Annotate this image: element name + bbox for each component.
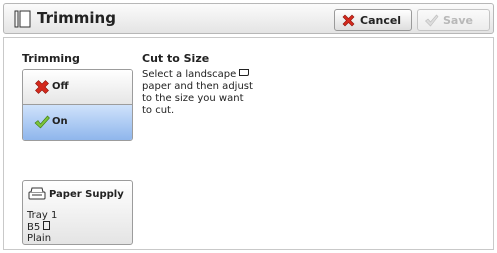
trimming-options: Off On: [22, 69, 133, 141]
description-title: Cut to Size: [142, 52, 210, 65]
green-check-icon: [34, 115, 50, 129]
paper-size-line: B5: [27, 221, 57, 233]
paper-supply-label: Paper Supply: [49, 189, 124, 200]
description-line-2: paper and then adjust: [142, 81, 253, 92]
description-line: Select a landscape: [142, 69, 272, 81]
page-title: Trimming: [37, 9, 116, 27]
trimming-label: Trimming: [22, 52, 80, 65]
description-text: Select a landscape paper and then adjust…: [142, 69, 272, 117]
trimming-off-label: Off: [52, 81, 69, 92]
paper-tray-icon: [28, 187, 46, 200]
cancel-button[interactable]: Cancel: [334, 9, 412, 31]
paper-supply-info: Tray 1 B5 Plain: [27, 210, 57, 244]
description-line-4: to cut.: [142, 105, 175, 116]
trimming-screen: Trimming Cancel Save Trimming Off On Cut…: [0, 0, 497, 253]
description-line-1: Select a landscape: [142, 69, 237, 80]
save-label: Save: [443, 14, 473, 27]
description-line-3: to the size you want: [142, 93, 244, 104]
cancel-label: Cancel: [360, 14, 402, 27]
portrait-paper-icon: [43, 221, 51, 230]
save-check-icon: [425, 14, 439, 27]
trimming-icon: [14, 10, 31, 28]
paper-size: B5: [27, 222, 41, 233]
cancel-icon: [342, 14, 355, 27]
paper-supply-button[interactable]: Paper Supply Tray 1 B5 Plain: [22, 180, 133, 245]
landscape-paper-icon: [239, 69, 250, 76]
header-bar: Trimming Cancel Save: [3, 3, 494, 34]
trimming-on-label: On: [52, 116, 68, 127]
trimming-on-button[interactable]: On: [23, 105, 132, 140]
trimming-off-button[interactable]: Off: [23, 70, 132, 105]
paper-tray: Tray 1: [27, 210, 58, 221]
paper-type: Plain: [27, 233, 52, 244]
save-button[interactable]: Save: [417, 9, 490, 31]
red-x-icon: [35, 80, 49, 94]
